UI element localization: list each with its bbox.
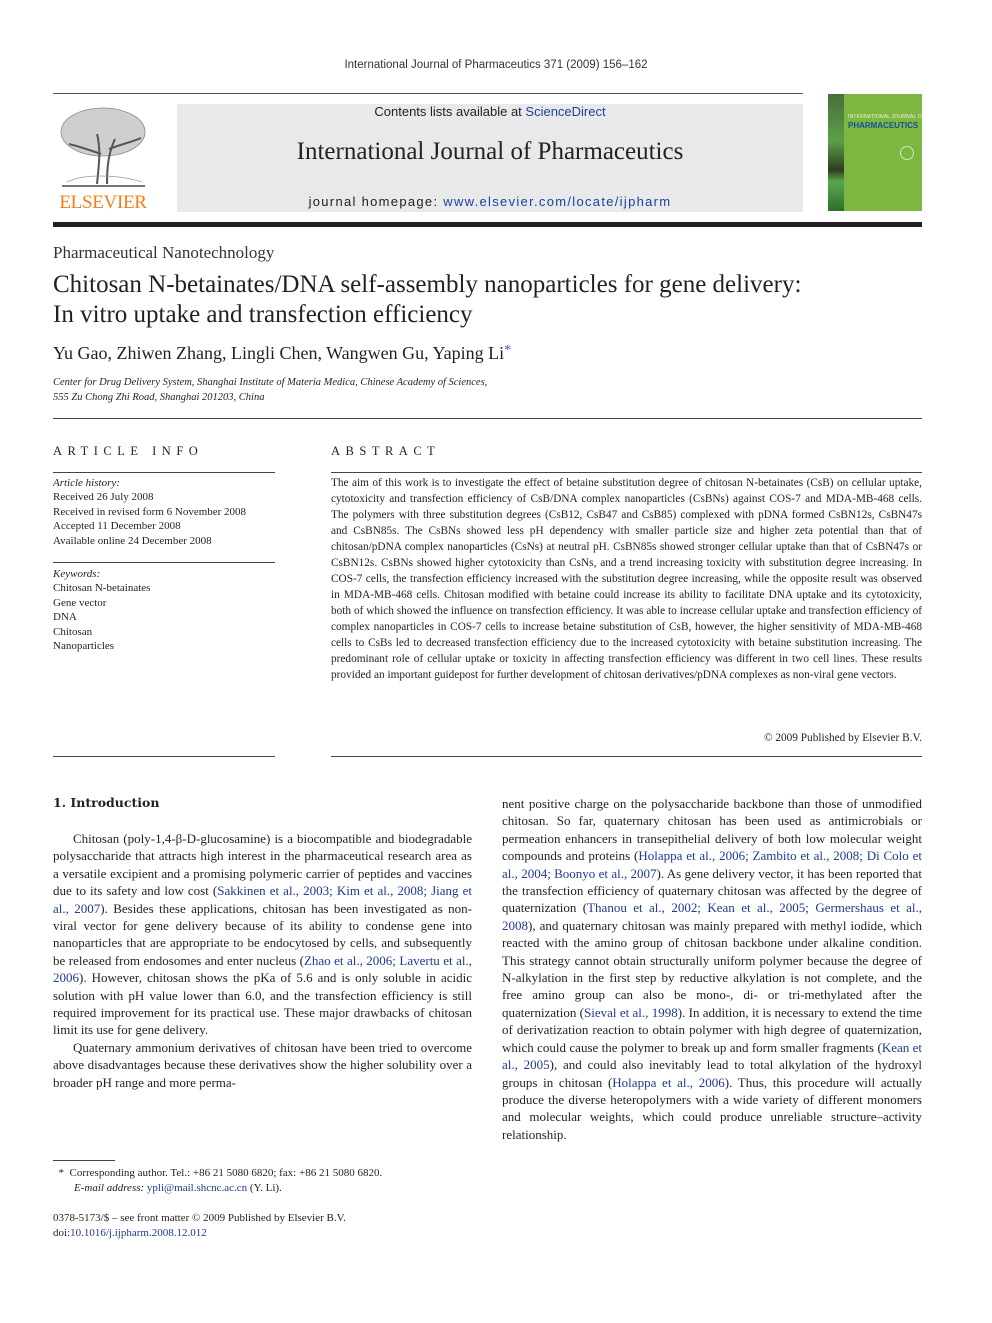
authors-text: Yu Gao, Zhiwen Zhang, Lingli Chen, Wangw…	[53, 343, 505, 363]
footnote-rule	[53, 1160, 115, 1161]
front-matter: 0378-5173/$ – see front matter © 2009 Pu…	[53, 1211, 346, 1241]
corresponding-author-link[interactable]: *	[504, 343, 511, 358]
title-line-1: Chitosan N-betainates/DNA self-assembly …	[53, 271, 802, 298]
email-label: E-mail address:	[74, 1182, 147, 1194]
history-label: Article history:	[53, 477, 120, 489]
masthead-rule	[53, 222, 922, 227]
abstract-bottom-rule	[331, 756, 922, 757]
article-info-heading: ARTICLE INFO	[53, 444, 204, 458]
section-category: Pharmaceutical Nanotechnology	[53, 243, 275, 262]
journal-title: International Journal of Pharmaceutics	[296, 138, 684, 165]
author-list: Yu Gao, Zhiwen Zhang, Lingli Chen, Wangw…	[53, 343, 511, 364]
footnote-text: Corresponding author. Tel.: +86 21 5080 …	[69, 1167, 383, 1179]
cover-image-strip	[828, 94, 844, 211]
intro-paragraph-2-continued: nent positive charge on the polysacchari…	[502, 795, 922, 1143]
keyword-item: Nanoparticles	[53, 640, 115, 653]
affiliation-line-1: Center for Drug Delivery System, Shangha…	[53, 377, 488, 388]
homepage-prefix: journal homepage:	[308, 194, 444, 209]
intro-paragraph-1: Chitosan (poly-1,4-β-D-glucosamine) is a…	[53, 830, 472, 1039]
history-received: Received 26 July 2008	[53, 491, 154, 504]
affiliation: Center for Drug Delivery System, Shangha…	[53, 375, 487, 405]
header-rule	[53, 93, 803, 94]
journal-banner: Contents lists available at ScienceDirec…	[177, 104, 803, 212]
elsevier-logo[interactable]: ELSEVIER	[53, 104, 153, 214]
keywords: Keywords: Chitosan N-betainates Gene vec…	[53, 567, 275, 653]
history-revised: Received in revised form 6 November 2008	[53, 505, 247, 518]
elsevier-tree-icon	[60, 107, 146, 187]
contents-prefix: Contents lists available at	[374, 104, 526, 119]
email-link[interactable]: ypli@mail.shcnc.ac.cn	[147, 1182, 247, 1194]
doi-prefix: doi:	[53, 1227, 71, 1239]
sciencedirect-link[interactable]: ScienceDirect	[525, 104, 605, 119]
email-suffix: (Y. Li).	[247, 1182, 282, 1194]
abstract-copyright: © 2009 Published by Elsevier B.V.	[763, 732, 922, 744]
citation-link[interactable]: Sieval et al., 1998	[584, 1005, 678, 1020]
affiliation-rule	[53, 418, 922, 419]
info-bottom-rule	[53, 756, 275, 757]
paragraph-text: ). However, chitosan shows the pKa of 5.…	[53, 970, 472, 1038]
abstract-heading: ABSTRACT	[331, 444, 441, 458]
contents-line: Contents lists available at ScienceDirec…	[177, 104, 803, 119]
keyword-item: Chitosan N-betainates	[53, 582, 151, 595]
corresponding-footnote: * Corresponding author. Tel.: +86 21 508…	[53, 1166, 383, 1196]
affiliation-line-2: 555 Zu Chong Zhi Road, Shanghai 201203, …	[53, 392, 265, 403]
keywords-label: Keywords:	[53, 568, 101, 580]
cover-title-line2: PHARMACEUTICS	[848, 121, 919, 130]
body-flow: Chitosan (poly-1,4-β-D-glucosamine) is a…	[53, 830, 472, 1091]
history-online: Available online 24 December 2008	[53, 534, 212, 547]
body-column-left: Chitosan (poly-1,4-β-D-glucosamine) is a…	[53, 830, 472, 1128]
issn-line: 0378-5173/$ – see front matter © 2009 Pu…	[53, 1212, 346, 1224]
cover-title-line1: INTERNATIONAL JOURNAL OF	[848, 114, 922, 120]
intro-paragraph-2: Quaternary ammonium derivatives of chito…	[53, 1039, 472, 1091]
paragraph-text: Quaternary ammonium derivatives of chito…	[53, 1039, 472, 1090]
history-accepted: Accepted 11 December 2008	[53, 520, 181, 533]
article-title: Chitosan N-betainates/DNA self-assembly …	[53, 270, 933, 330]
elsevier-wordmark: ELSEVIER	[59, 192, 147, 213]
footnote-mark: *	[58, 1167, 65, 1179]
cover-seal-icon	[900, 146, 914, 160]
homepage-line: journal homepage: www.elsevier.com/locat…	[177, 194, 803, 209]
abstract-rule	[331, 472, 922, 473]
body-column-right: nent positive charge on the polysacchari…	[502, 795, 922, 1195]
keyword-item: DNA	[53, 611, 77, 624]
keywords-rule	[53, 562, 275, 563]
keyword-item: Chitosan	[53, 625, 93, 638]
abstract-text: The aim of this work is to investigate t…	[331, 477, 922, 681]
article-info-rule	[53, 472, 275, 473]
keyword-item: Gene vector	[53, 596, 107, 609]
running-head: International Journal of Pharmaceutics 3…	[344, 59, 648, 71]
citation-link[interactable]: Holappa et al., 2006	[612, 1075, 724, 1090]
doi-link[interactable]: 10.1016/j.ijpharm.2008.12.012	[70, 1227, 207, 1239]
article-history: Article history: Received 26 July 2008 R…	[53, 476, 275, 548]
homepage-link[interactable]: www.elsevier.com/locate/ijpharm	[443, 194, 671, 209]
title-line-2: In vitro uptake and transfection efficie…	[53, 301, 473, 328]
journal-cover-thumbnail[interactable]: INTERNATIONAL JOURNAL OF PHARMACEUTICS	[828, 94, 922, 211]
introduction-heading: 1. Introduction	[53, 795, 160, 810]
